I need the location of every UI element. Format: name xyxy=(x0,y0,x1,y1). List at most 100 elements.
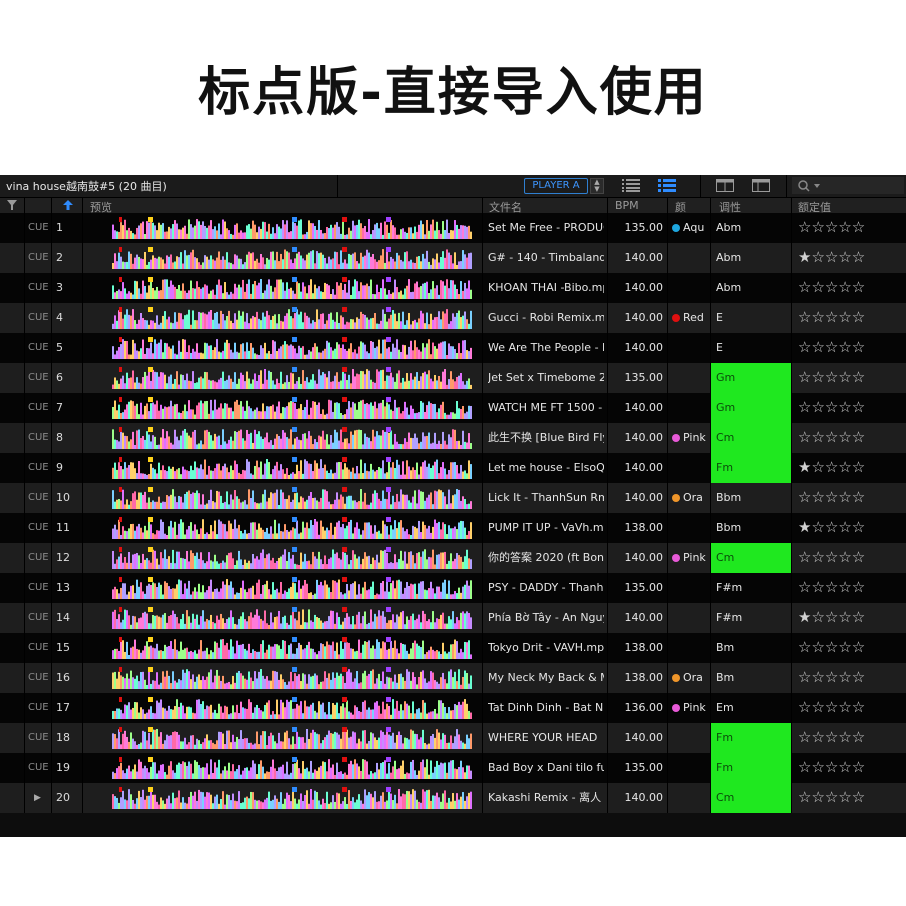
waveform-preview[interactable] xyxy=(112,727,478,749)
track-row[interactable]: CUE 11 PUMP IT UP - VaVh.mp 138.00 Bbm ★☆☆☆☆ xyxy=(0,513,906,543)
track-rating-stars[interactable]: ☆☆☆☆☆ xyxy=(798,633,904,663)
waveform-preview[interactable] xyxy=(112,577,478,599)
track-rating-stars[interactable]: ★☆☆☆☆ xyxy=(798,603,904,633)
waveform-preview[interactable] xyxy=(112,277,478,299)
track-row[interactable]: CUE 16 My Neck My Back & My 138.00 Ora Bm ☆☆☆☆… xyxy=(0,663,906,693)
track-rating-stars[interactable]: ☆☆☆☆☆ xyxy=(798,303,904,333)
track-row[interactable]: CUE2G# - 140 - Timbaland fe140.00Abm★☆☆☆… xyxy=(0,243,906,273)
track-color-tag[interactable]: Pink xyxy=(672,543,712,573)
waveform-bar xyxy=(258,226,260,239)
track-color-tag[interactable] xyxy=(672,333,712,363)
column-bpm[interactable]: BPM xyxy=(615,199,639,212)
track-rating-stars[interactable]: ☆☆☆☆☆ xyxy=(798,363,904,393)
track-color-tag[interactable] xyxy=(672,723,712,753)
track-color-tag[interactable] xyxy=(672,513,712,543)
split-view-icon[interactable] xyxy=(752,179,770,192)
waveform-preview[interactable] xyxy=(112,697,478,719)
waveform-preview[interactable] xyxy=(112,667,478,689)
sort-ascending-icon[interactable] xyxy=(63,200,73,210)
track-color-tag[interactable]: Ora xyxy=(672,483,712,513)
waveform-bar xyxy=(254,594,256,599)
track-row[interactable]: CUE 15 Tokyo Drit - VAVH.mp3 138.00 Bm ☆☆☆☆☆ xyxy=(0,633,906,663)
track-color-tag[interactable]: Aqu xyxy=(672,213,712,243)
track-row[interactable]: CUE 4 Gucci - Robi Remix.mp 140.00 Red E ☆☆☆☆☆ xyxy=(0,303,906,333)
track-rating-stars[interactable]: ☆☆☆☆☆ xyxy=(798,333,904,363)
list-view-icon[interactable] xyxy=(622,179,640,192)
track-rating-stars[interactable]: ★☆☆☆☆ xyxy=(798,513,904,543)
waveform-bar xyxy=(174,286,176,299)
track-color-tag[interactable] xyxy=(672,783,712,813)
waveform-preview[interactable] xyxy=(112,787,478,809)
waveform-bar xyxy=(246,371,248,389)
track-rating-stars[interactable]: ★☆☆☆☆ xyxy=(798,243,904,273)
waveform-bar xyxy=(134,741,136,749)
track-color-tag[interactable] xyxy=(672,573,712,603)
search-input[interactable] xyxy=(792,177,904,194)
track-rating-stars[interactable]: ☆☆☆☆☆ xyxy=(798,483,904,513)
waveform-preview[interactable] xyxy=(112,547,478,569)
track-color-tag[interactable]: Pink xyxy=(672,693,712,723)
waveform-preview[interactable] xyxy=(112,487,478,509)
waveform-preview[interactable] xyxy=(112,757,478,779)
waveform-preview[interactable] xyxy=(112,217,478,239)
track-row[interactable]: CUE 5 We Are The People - El 140.00 E ☆☆☆☆☆ xyxy=(0,333,906,363)
track-color-tag[interactable]: Pink xyxy=(672,423,712,453)
waveform-preview[interactable] xyxy=(112,337,478,359)
waveform-preview[interactable] xyxy=(112,397,478,419)
track-color-tag[interactable] xyxy=(672,633,712,663)
track-rating-stars[interactable]: ☆☆☆☆☆ xyxy=(798,393,904,423)
track-row[interactable]: CUE 1 Set Me Free - PRODUC 135.00 Aqu Abm ☆☆☆☆… xyxy=(0,213,906,243)
track-color-tag[interactable]: Red xyxy=(672,303,712,333)
track-color-tag[interactable] xyxy=(672,243,712,273)
track-row[interactable]: CUE 8 此生不换 [Blue Bird Fly 140.00 Pink Cm ☆☆☆☆☆ xyxy=(0,423,906,453)
track-rating-stars[interactable]: ☆☆☆☆☆ xyxy=(798,783,904,813)
track-row[interactable]: CUE10Lick It - ThanhSun Rmx.140.00OraBbm… xyxy=(0,483,906,513)
waveform-bar xyxy=(432,504,434,509)
track-rating-stars[interactable]: ☆☆☆☆☆ xyxy=(798,753,904,783)
waveform-bar xyxy=(286,251,288,269)
track-rating-stars[interactable]: ☆☆☆☆☆ xyxy=(798,573,904,603)
waveform-preview[interactable] xyxy=(112,637,478,659)
track-rating-stars[interactable]: ☆☆☆☆☆ xyxy=(798,543,904,573)
track-color-tag[interactable] xyxy=(672,363,712,393)
waveform-preview[interactable] xyxy=(112,307,478,329)
waveform-preview[interactable] xyxy=(112,607,478,629)
track-row[interactable]: ▶ 20 Kakashi Remix - 离人 140.00 Cm ☆☆☆☆☆ xyxy=(0,783,906,813)
waveform-bar xyxy=(336,732,338,749)
waveform-preview[interactable] xyxy=(112,457,478,479)
track-row[interactable]: CUE 6 Jet Set x Timebome 20 135.00 Gm ☆☆☆☆☆ xyxy=(0,363,906,393)
track-row[interactable]: CUE9Let me house - ElsoQ.m140.00Fm★☆☆☆☆ xyxy=(0,453,906,483)
track-rating-stars[interactable]: ☆☆☆☆☆ xyxy=(798,213,904,243)
track-row[interactable]: CUE 18 WHERE YOUR HEAD 140.00 Fm ☆☆☆☆☆ xyxy=(0,723,906,753)
waveform-preview[interactable] xyxy=(112,427,478,449)
waveform-preview[interactable] xyxy=(112,367,478,389)
track-rating-stars[interactable]: ☆☆☆☆☆ xyxy=(798,423,904,453)
track-rating-stars[interactable]: ☆☆☆☆☆ xyxy=(798,663,904,693)
player-select-button[interactable]: PLAYER A xyxy=(524,178,588,194)
track-rating-stars[interactable]: ☆☆☆☆☆ xyxy=(798,693,904,723)
track-color-tag[interactable] xyxy=(672,453,712,483)
filter-icon[interactable] xyxy=(7,200,17,210)
player-stepper-icon[interactable]: ▲ ▼ xyxy=(590,178,604,194)
waveform-bar xyxy=(172,345,174,359)
track-row[interactable]: CUE 7 WATCH ME FT 1500 -140.00 Gm ☆☆☆☆☆ xyxy=(0,393,906,423)
track-color-tag[interactable] xyxy=(672,273,712,303)
track-rating-stars[interactable]: ★☆☆☆☆ xyxy=(798,453,904,483)
waveform-preview[interactable] xyxy=(112,247,478,269)
track-row[interactable]: CUE 3 KHOAN THAI -Bibo.mp 140.00 Abm ☆☆☆☆☆ xyxy=(0,273,906,303)
artwork-view-icon[interactable] xyxy=(716,179,734,192)
track-row[interactable]: CUE 12 你的答案 2020 (ft Bong 140.00 Pink Cm ☆☆☆☆☆ xyxy=(0,543,906,573)
track-color-tag[interactable]: Ora xyxy=(672,663,712,693)
waveform-bar xyxy=(210,435,212,449)
waveform-preview[interactable] xyxy=(112,517,478,539)
track-rating-stars[interactable]: ☆☆☆☆☆ xyxy=(798,723,904,753)
track-color-tag[interactable] xyxy=(672,393,712,423)
track-row[interactable]: CUE 14 Phía Bờ Tây - An Nguyễ 140.00 F#m ★☆☆☆… xyxy=(0,603,906,633)
track-row[interactable]: CUE 17 Tat Dinh Dinh - Bat Nhi 136.00 Pink Em… xyxy=(0,693,906,723)
track-color-tag[interactable] xyxy=(672,603,712,633)
track-rating-stars[interactable]: ☆☆☆☆☆ xyxy=(798,273,904,303)
track-row[interactable]: CUE 19 Bad Boy x Dani tilo full 135.00 Fm ☆☆☆… xyxy=(0,753,906,783)
detail-list-view-icon[interactable] xyxy=(658,179,676,192)
track-row[interactable]: CUE 13 PSY - DADDY - ThanhS 135.00 F#m ☆☆☆☆☆ xyxy=(0,573,906,603)
track-color-tag[interactable] xyxy=(672,753,712,783)
